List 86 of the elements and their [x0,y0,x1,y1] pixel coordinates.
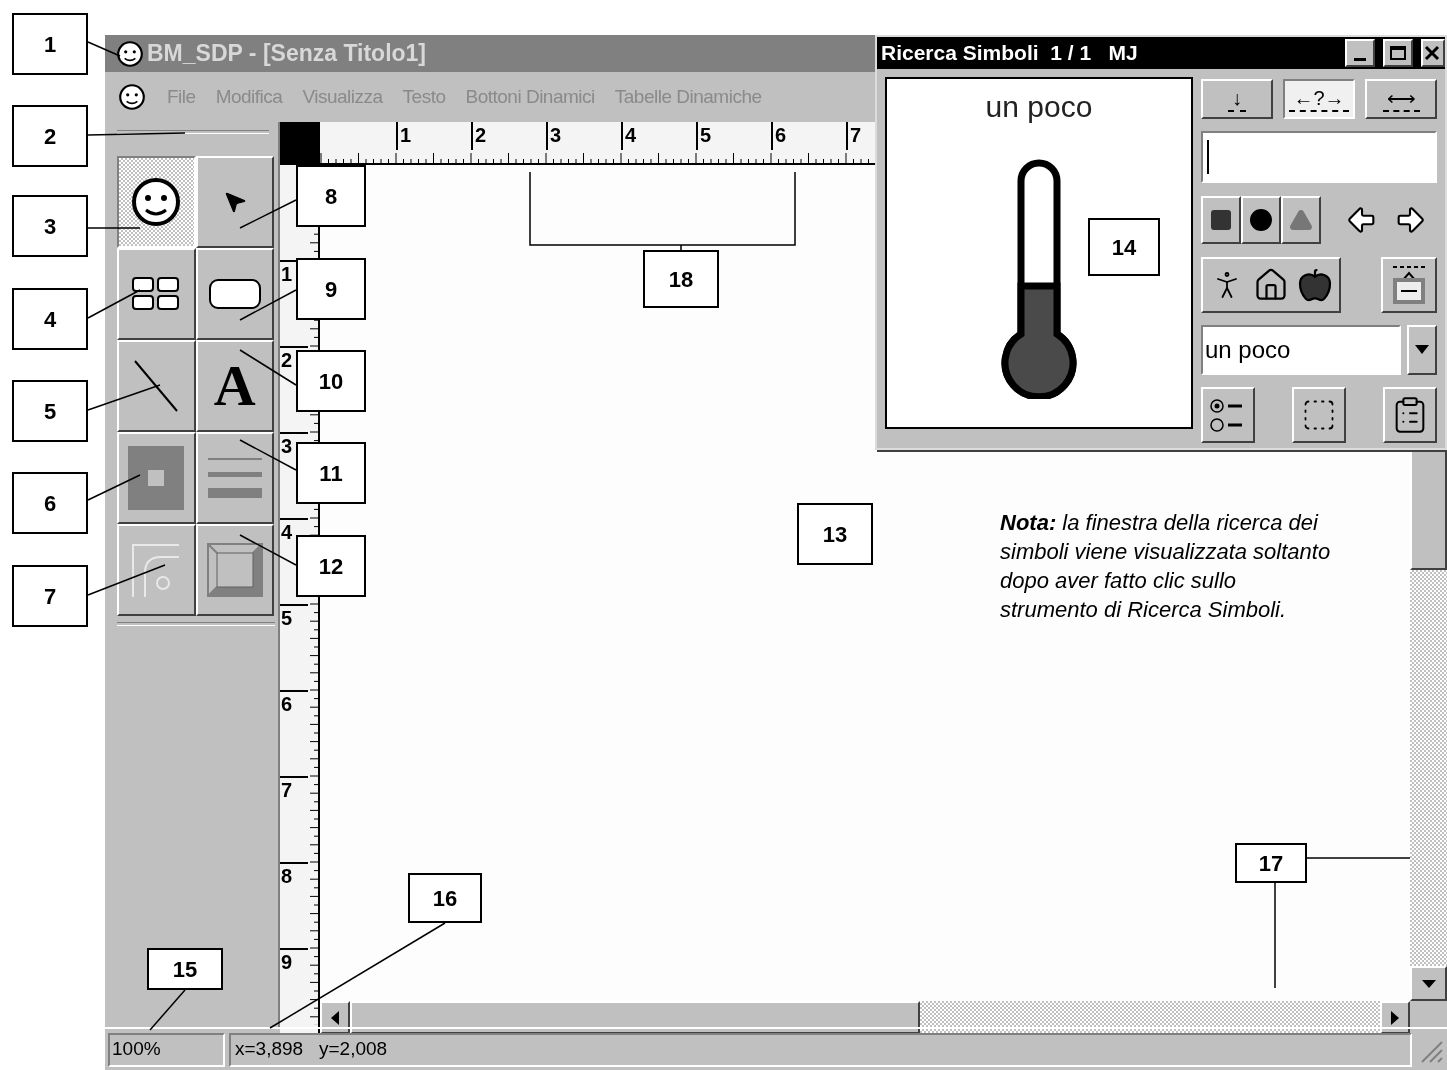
ruler-number: 1 [400,124,412,146]
radio-list-button[interactable] [1201,386,1255,443]
callout-number: 12 [296,535,366,597]
callout-number: 6 [12,472,88,534]
ruler-number: 1 [280,263,293,285]
scrollbar-thumb[interactable] [1410,450,1447,570]
callout-number: 18 [643,250,719,308]
ruler-number: 3 [550,124,562,146]
window-title: BM_SDP - [Senza Titolo1] [147,39,427,69]
dropdown-button[interactable] [1407,324,1437,375]
ruler-number: 7 [850,124,862,146]
leader-line [87,474,141,501]
line-thickness-icon [207,456,262,500]
ruler-number: 2 [475,124,487,146]
picture-button[interactable] [1381,256,1437,313]
frame-3d-icon [206,543,263,597]
mode-button[interactable]: ↓ [1201,78,1273,119]
rounded-rectangle-icon [207,278,262,310]
scroll-down-button[interactable] [1410,966,1447,1001]
leader-line [87,227,141,229]
callout-number: 13 [797,503,873,565]
note-text: Nota: la finestra della ricerca dei simboli viene visualizzata soltanto dopo aver fatto clic sullo strumento di Ricerca Simboli. [1000,509,1332,624]
tool-button[interactable] [117,156,196,248]
callout-number: 14 [1088,218,1160,276]
text-tool-letter: A [213,357,256,415]
window-title: Ricerca Simboli 1 / 1 MJ [881,40,1139,66]
caret-icon [1415,345,1429,354]
square-shape-button[interactable] [1201,195,1241,244]
ruler-number: 5 [280,607,293,629]
callout-number: 10 [296,350,366,412]
leader-line [149,989,186,1031]
apple-icon[interactable] [1297,266,1333,303]
line-icon [133,359,180,413]
leader-line [87,289,141,319]
close-icon [1423,44,1441,61]
clipboard-button[interactable] [1383,386,1437,443]
callout-number: 16 [408,873,482,923]
ruler-number: 6 [280,693,293,715]
ruler-number: 4 [625,124,637,146]
maximize-button[interactable] [1383,38,1413,67]
search-field[interactable] [1201,130,1437,183]
ruler-number: 9 [280,951,293,973]
cursor-coordinates: x=3,898 y=2,008 [229,1032,1412,1067]
circle-shape-button[interactable] [1241,195,1281,244]
callout-number: 2 [12,105,88,167]
dotted-frame-button[interactable] [1292,386,1346,443]
callout-number: 17 [1235,843,1307,883]
ruler-number: 2 [280,349,293,371]
leader-line [87,41,121,57]
ruler-number: 3 [280,435,293,457]
ruler-number: 8 [280,865,293,887]
callout-number: 8 [296,165,366,227]
mode-button[interactable]: ⟷ [1365,78,1437,119]
face-icon [115,38,145,69]
callout-number: 3 [12,195,88,257]
caret-icon [1421,979,1436,988]
callout-number: 11 [296,442,366,504]
circle-icon [1249,207,1273,232]
close-button[interactable] [1421,38,1445,67]
fill-square-icon [128,446,185,510]
callout-number: 9 [296,258,366,320]
callout-number: 4 [12,288,88,350]
ruler-number: 6 [775,124,787,146]
callout-number: 7 [12,565,88,627]
symbol-caption: un poco [985,88,1093,125]
face-icon [117,82,147,112]
ruler-number: 5 [700,124,712,146]
callout-number: 15 [147,948,223,990]
rounded-corner-icon [131,543,182,597]
text-caret-icon [1207,139,1209,174]
ruler-number: 7 [280,779,293,801]
square-icon [1209,207,1233,232]
triangle-icon [1289,207,1313,232]
symbol-name-combobox[interactable]: un poco [1201,324,1401,375]
callout-number: 1 [12,13,88,75]
mode-button[interactable]: ←?→ [1283,78,1355,119]
house-icon[interactable] [1253,266,1289,303]
ruler-number: 4 [280,521,293,543]
callout-number: 5 [12,380,88,442]
minimize-button[interactable] [1345,38,1375,67]
caret-icon [331,1010,339,1025]
zoom-level: 100% [108,1032,225,1067]
tool-button[interactable]: A [195,340,274,432]
grid-icon [131,276,182,312]
caret-icon [1391,1010,1399,1025]
triangle-shape-button[interactable] [1281,195,1321,244]
